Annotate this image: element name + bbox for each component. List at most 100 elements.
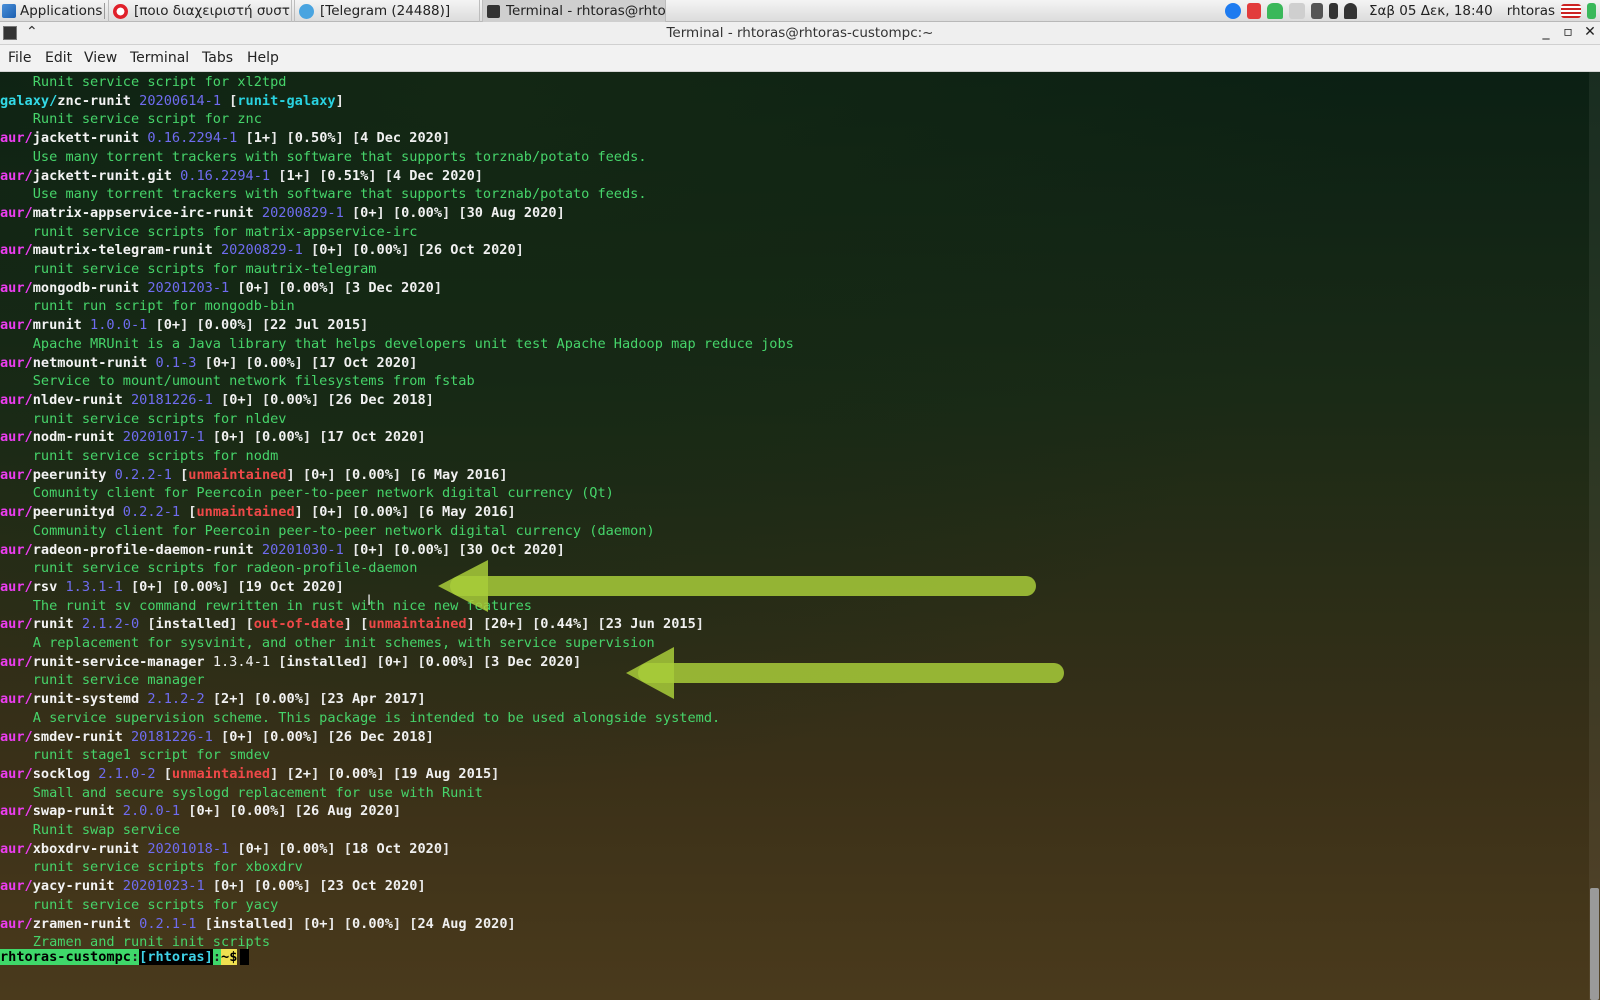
- bracket: ] [: [327, 466, 352, 483]
- package-description: Runit service script for xl2tpd: [0, 74, 287, 90]
- app-indicator-icon[interactable]: [1587, 3, 1596, 19]
- shell-prompt[interactable]: rhtoras-custompc:[rhtoras]:~$: [0, 948, 250, 967]
- menu-help[interactable]: Help: [247, 50, 279, 66]
- package-version: 20201017-1: [122, 429, 205, 446]
- taskbar-item-terminal[interactable]: Terminal - rhtoras@rhto...: [482, 0, 666, 22]
- menubar: File Edit View Terminal Tabs Help: [0, 45, 1600, 72]
- clock[interactable]: Σαβ 05 Δεκ, 18:40: [1369, 3, 1493, 19]
- taskbar-item-telegram[interactable]: [Telegram (24488)]: [294, 0, 480, 22]
- annotation-arrow-icon: [438, 560, 1036, 612]
- maximize-button[interactable]: ▫: [1560, 24, 1576, 40]
- package-popularity: 0.00%: [352, 466, 393, 483]
- scrollbar[interactable]: [1589, 72, 1600, 1000]
- system-tray: Σαβ 05 Δεκ, 18:40 rhtoras: [1180, 0, 1600, 22]
- battery-icon[interactable]: [1328, 3, 1338, 19]
- panel-separator: [104, 3, 105, 19]
- notification-badge-icon[interactable]: [1246, 3, 1261, 19]
- bracket: ]: [507, 915, 516, 932]
- package-description: runit service scripts for nodm: [0, 448, 279, 464]
- package-description-line: runit service scripts for matrix-appserv…: [0, 223, 418, 242]
- scrollbar-thumb[interactable]: [1590, 888, 1599, 1000]
- taskbar-item-browser[interactable]: [ποιο διαχειριστή συστή...: [108, 0, 292, 22]
- volume-icon[interactable]: [1310, 3, 1323, 19]
- package-description-line: runit stage1 script for smdev: [0, 746, 270, 765]
- package-version: 0.2.1-1: [139, 915, 197, 932]
- package-date: 17 Oct 2020: [327, 429, 418, 446]
- menu-terminal[interactable]: Terminal: [130, 50, 189, 66]
- package-line: aur/jackett-runit 0.16.2294-1 [1+] [0.50…: [0, 129, 450, 148]
- bracket: ]: [409, 354, 418, 371]
- applications-menu-button[interactable]: Applications: [0, 0, 106, 22]
- package-date: 26 Dec 2018: [335, 728, 426, 745]
- bracket: ] [: [302, 691, 328, 708]
- package-popularity: 0.00%: [253, 354, 295, 371]
- bracket: ] [: [278, 803, 303, 820]
- package-version: 20200614-1: [139, 92, 221, 109]
- menu-tabs[interactable]: Tabs: [202, 50, 233, 66]
- package-line: aur/peerunityd 0.2.2-1 [unmaintained] [0…: [0, 503, 516, 522]
- bracket: ]: [491, 765, 500, 782]
- ghost-icon[interactable]: [1266, 3, 1283, 19]
- package-votes: 2+: [294, 765, 312, 782]
- package-name: nldev-runit: [32, 391, 123, 408]
- bracket: ]: [442, 840, 451, 857]
- close-button[interactable]: ✕: [1582, 24, 1598, 40]
- user-name[interactable]: rhtoras: [1507, 3, 1555, 19]
- package-description: runit service scripts for xboxdrv: [0, 859, 303, 876]
- package-votes: 0+: [139, 578, 156, 595]
- menu-file[interactable]: File: [8, 50, 31, 66]
- bracket: ] [: [335, 504, 361, 521]
- menu-view[interactable]: View: [84, 50, 117, 66]
- bracket: ]: [515, 242, 524, 259]
- menu-edit[interactable]: Edit: [45, 50, 72, 66]
- package-description-line: runit service scripts for nodm: [0, 447, 279, 466]
- package-version: 2.1.2-0: [81, 616, 140, 633]
- prompt-symbol: $: [229, 949, 238, 965]
- package-repo: aur/: [0, 130, 33, 147]
- package-version: 1.0.0-1: [90, 317, 148, 334]
- bracket: ]: [572, 653, 582, 670]
- package-description: Small and secure syslogd replacement for…: [0, 784, 483, 801]
- package-description: runit service scripts for nldev: [0, 410, 287, 427]
- bracket: ]: [417, 691, 426, 708]
- package-popularity: 0.00%: [261, 429, 303, 446]
- package-version: 20201203-1: [147, 279, 230, 296]
- terminal-output[interactable]: Runit service script for xl2tpd galaxy/zn…: [0, 72, 1600, 1000]
- package-line: aur/xboxdrv-runit 20201018-1 [0+] [0.00%…: [0, 840, 450, 859]
- package-version: 2.1.2-2: [147, 691, 205, 708]
- messenger-icon[interactable]: [1224, 3, 1241, 19]
- us-flag-icon[interactable]: [1561, 4, 1581, 18]
- bracket: [: [343, 541, 361, 558]
- bracket: ] [: [581, 616, 606, 633]
- package-line: aur/runit 2.1.2-0 [installed] [out-of-da…: [0, 615, 704, 634]
- package-name: swap-runit: [32, 803, 115, 820]
- bracket: [: [180, 504, 197, 521]
- mouse-ibeam-cursor-icon: I: [367, 593, 372, 609]
- package-line: aur/socklog 2.1.0-2 [unmaintained] [2+] …: [0, 765, 499, 784]
- package-votes: 0+: [229, 728, 246, 745]
- prompt-host: rhtoras-custompc: [0, 949, 131, 965]
- package-description-line: runit service scripts for xboxdrv: [0, 858, 303, 877]
- package-popularity: 0.00%: [360, 242, 402, 259]
- bracket: [: [139, 616, 156, 633]
- package-version: 0.2.2-1: [114, 466, 172, 483]
- text-cursor: [240, 949, 250, 965]
- package-line: aur/rsv 1.3.1-1 [0+] [0.00%] [19 Oct 202…: [0, 578, 344, 597]
- package-date: 30 Oct 2020: [466, 541, 557, 558]
- bracket: ] [: [237, 691, 262, 708]
- bracket: [: [270, 167, 287, 184]
- bracket: ] [: [376, 765, 402, 782]
- package-name: runit: [32, 616, 74, 633]
- package-version: 20181226-1: [130, 391, 213, 408]
- bell-icon[interactable]: [1343, 3, 1357, 19]
- package-popularity: 0.00%: [401, 204, 442, 221]
- bracket: ] [: [466, 653, 492, 670]
- bracket: ] [: [302, 429, 328, 446]
- bracket: ]: [507, 504, 516, 521]
- prompt-cwd: ~: [221, 949, 230, 965]
- minimize-button[interactable]: _: [1538, 24, 1554, 40]
- bracket: [: [180, 803, 197, 820]
- package-name: runit-systemd: [32, 691, 140, 708]
- package-version: 20201030-1: [261, 541, 344, 558]
- network-icon[interactable]: [1288, 3, 1305, 19]
